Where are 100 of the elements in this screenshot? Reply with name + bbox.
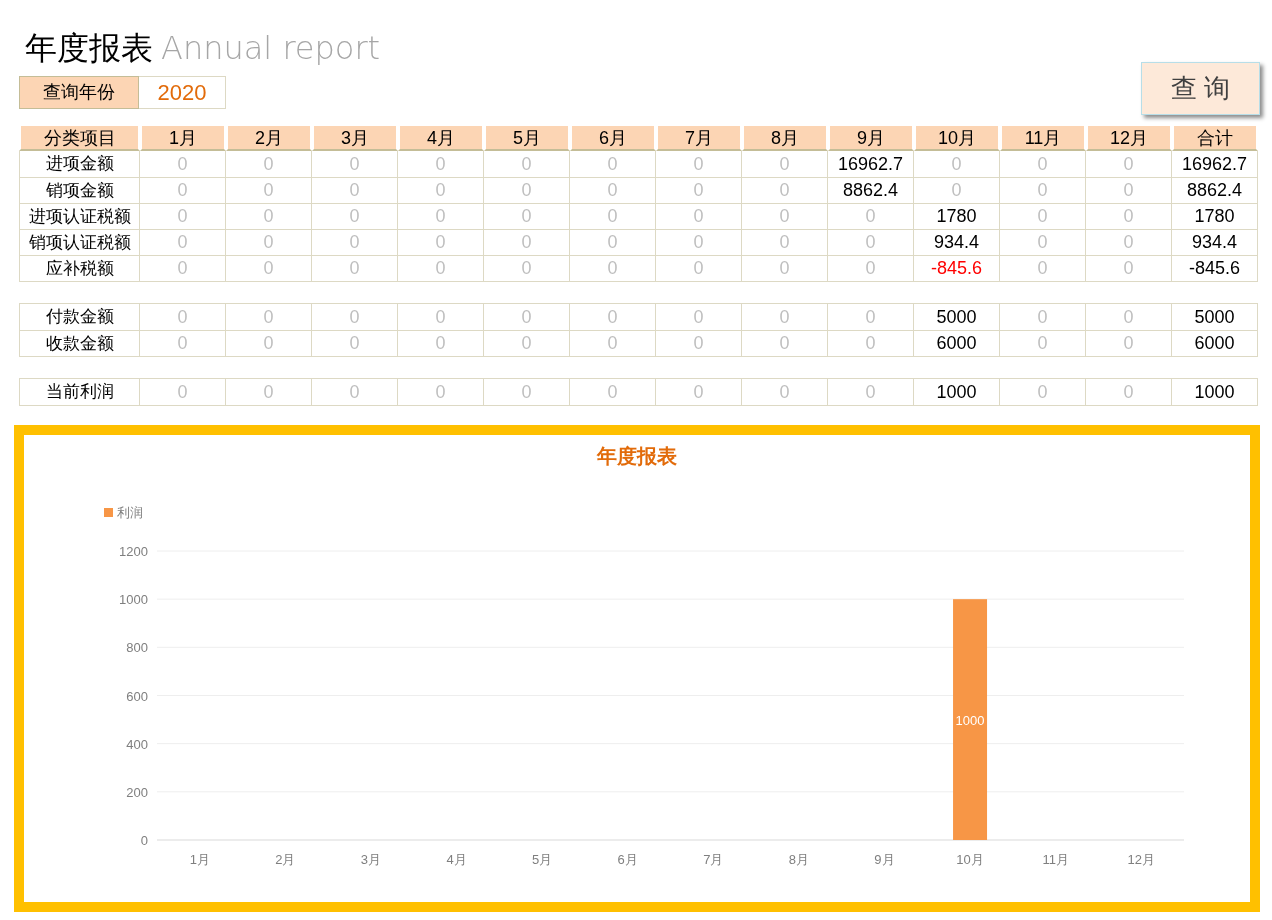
table-cell: 0 — [656, 230, 742, 255]
table-cell: 0 — [398, 256, 484, 281]
table-cell: 0 — [312, 230, 398, 255]
x-axis-label: 10月 — [956, 852, 984, 867]
y-axis-label: 400 — [126, 736, 148, 752]
table-cell: -845.6 — [914, 256, 1000, 281]
table-cell: 0 — [484, 230, 570, 255]
table-cell: 0 — [828, 230, 914, 255]
table-cell: 0 — [226, 304, 312, 330]
table-cell: 0 — [656, 178, 742, 203]
table-cell: 0 — [484, 256, 570, 281]
column-header: 1月 — [140, 124, 226, 151]
chart-title: 年度报表 — [597, 445, 677, 467]
table-cell: 0 — [742, 256, 828, 281]
table-cell: 16962.7 — [1172, 151, 1258, 177]
x-axis-label: 9月 — [874, 852, 895, 867]
legend-label[interactable]: 利润 — [117, 505, 143, 520]
table-cell: 0 — [140, 331, 226, 356]
x-axis-label: 11月 — [1042, 852, 1069, 867]
x-axis-label: 1月 — [189, 852, 210, 867]
table-cell: 0 — [312, 151, 398, 177]
table-cell: 934.4 — [914, 230, 1000, 255]
table-cell: 0 — [1000, 204, 1086, 229]
column-header: 11月 — [1000, 124, 1086, 151]
table-cell: 8862.4 — [828, 178, 914, 203]
table-cell: 0 — [484, 304, 570, 330]
table-cell: 16962.7 — [828, 151, 914, 177]
table-cell: 0 — [1000, 331, 1086, 356]
x-axis-label: 4月 — [446, 852, 467, 867]
table-cell: 0 — [828, 379, 914, 405]
table-cell: 0 — [1086, 331, 1172, 356]
table-cell: 0 — [742, 151, 828, 177]
table-cell: 0 — [656, 331, 742, 356]
table-cell: 0 — [828, 331, 914, 356]
row-label: 当前利润 — [19, 379, 140, 405]
table-cell: 0 — [656, 304, 742, 330]
table-cell: 0 — [570, 379, 656, 405]
row-label: 收款金额 — [19, 331, 140, 356]
table-cell: 0 — [226, 204, 312, 229]
year-label: 查询年份 — [19, 76, 139, 109]
column-header: 分类项目 — [19, 124, 140, 151]
table-cell: 0 — [570, 151, 656, 177]
y-axis-label: 1200 — [119, 544, 148, 559]
y-axis-label: 0 — [140, 833, 148, 848]
table-cell: 0 — [312, 304, 398, 330]
table-cell: 0 — [226, 178, 312, 203]
table-cell: 0 — [1000, 256, 1086, 281]
table-cell: 0 — [1086, 230, 1172, 255]
table-cell: 0 — [1086, 204, 1172, 229]
table-cell: 0 — [1086, 178, 1172, 203]
table-cell: 8862.4 — [1172, 178, 1258, 203]
x-axis-label: 2月 — [275, 852, 296, 867]
table-cell: 0 — [828, 304, 914, 330]
table-cell: 0 — [398, 331, 484, 356]
table-cell: 0 — [914, 178, 1000, 203]
table-cell: 0 — [398, 230, 484, 255]
year-field[interactable]: 2020 — [139, 76, 226, 109]
column-header: 9月 — [828, 124, 914, 151]
table-cell: 1780 — [1172, 204, 1258, 229]
x-axis-label: 7月 — [703, 852, 724, 867]
row-label: 进项金额 — [19, 151, 140, 177]
table-cell: 0 — [226, 256, 312, 281]
table-cell: 0 — [312, 331, 398, 356]
table-cell: 0 — [140, 379, 226, 405]
table-cell: 0 — [398, 204, 484, 229]
table-cell: 934.4 — [1172, 230, 1258, 255]
table-cell: 0 — [484, 379, 570, 405]
table-cell: 0 — [398, 178, 484, 203]
report-subtitle: Annual report — [161, 32, 381, 64]
table-cell: 0 — [226, 230, 312, 255]
y-axis-label: 800 — [126, 640, 148, 656]
row-label: 销项认证税额 — [19, 230, 140, 255]
x-axis-label: 8月 — [788, 852, 809, 867]
report-title: 年度报表 — [25, 32, 153, 64]
table-cell: 0 — [1086, 151, 1172, 177]
table-cell: 0 — [828, 204, 914, 229]
table-cell: 6000 — [1172, 331, 1258, 356]
column-header: 12月 — [1086, 124, 1172, 151]
table-cell: 5000 — [1172, 304, 1258, 330]
query-button[interactable]: 查 询 — [1141, 62, 1260, 115]
table-cell: 0 — [1000, 178, 1086, 203]
column-header: 4月 — [398, 124, 484, 151]
table-cell: 0 — [312, 178, 398, 203]
y-axis-label: 1000 — [119, 592, 148, 608]
table-cell: 0 — [742, 204, 828, 229]
table-cell: 0 — [742, 379, 828, 405]
table-cell: 0 — [1086, 256, 1172, 281]
table-cell: 0 — [140, 204, 226, 229]
column-header: 10月 — [914, 124, 1000, 151]
x-axis-label: 12月 — [1127, 852, 1155, 867]
table-cell: 0 — [1000, 230, 1086, 255]
table-cell: 0 — [656, 379, 742, 405]
table-cell: 0 — [1000, 379, 1086, 405]
table-cell: 0 — [742, 230, 828, 255]
table-cell: 0 — [398, 151, 484, 177]
x-axis-label: 3月 — [360, 852, 382, 867]
table-cell: 0 — [570, 304, 656, 330]
table-cell: 0 — [914, 151, 1000, 177]
y-axis-label: 200 — [126, 784, 148, 800]
table-cell: 1000 — [1172, 379, 1258, 405]
